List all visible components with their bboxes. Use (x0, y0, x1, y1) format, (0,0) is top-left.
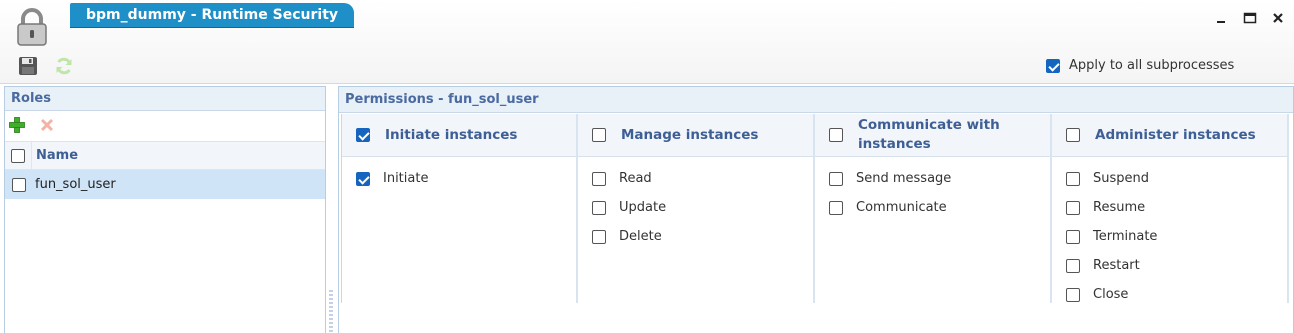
roles-title: Roles (5, 87, 325, 111)
permission-checkbox[interactable] (1066, 287, 1080, 302)
permission-label: Resume (1093, 200, 1146, 215)
column-header-checkbox[interactable] (829, 128, 843, 142)
permission-item[interactable]: Restart (1052, 251, 1287, 280)
lock-icon (17, 8, 47, 46)
permission-label: Send message (856, 171, 952, 186)
permission-column: Administer instances Suspend Resume Termina… (1052, 114, 1289, 303)
permission-label: Terminate (1093, 229, 1158, 244)
delete-icon[interactable] (40, 118, 54, 132)
permission-item[interactable]: Communicate (815, 193, 1050, 222)
permissions-grid: Initiate instances Initiate Manage instanc… (341, 114, 1289, 303)
minimize-icon[interactable] (1213, 10, 1229, 26)
permission-label: Close (1093, 287, 1129, 302)
roles-column-name: Name (36, 148, 79, 163)
permission-checkbox[interactable] (829, 200, 843, 215)
permission-checkbox[interactable] (1066, 171, 1080, 186)
permission-label: Communicate (856, 200, 947, 215)
apply-all-checkbox[interactable] (1046, 58, 1060, 73)
permission-checkbox[interactable] (592, 171, 606, 186)
column-header-label: Initiate instances (385, 126, 518, 143)
permission-column-header[interactable]: Initiate instances (342, 114, 576, 157)
permission-checkbox[interactable] (1066, 258, 1080, 273)
permission-checkbox[interactable] (592, 200, 606, 215)
permission-item[interactable]: Delete (578, 222, 813, 251)
permission-column-header[interactable]: Manage instances (578, 114, 813, 157)
permission-column: Initiate instances Initiate (342, 114, 578, 303)
permission-checkbox[interactable] (829, 171, 843, 186)
permission-item[interactable]: Suspend (1052, 164, 1287, 193)
add-icon[interactable] (9, 117, 25, 133)
permission-label: Update (619, 200, 667, 215)
window-title: bpm_dummy - Runtime Security (70, 3, 355, 27)
permission-item[interactable]: Resume (1052, 193, 1287, 222)
permission-label: Delete (619, 229, 662, 244)
permission-item[interactable]: Close (1052, 280, 1287, 309)
permission-item[interactable]: Read (578, 164, 813, 193)
column-header-checkbox[interactable] (356, 128, 370, 142)
table-row[interactable]: fun_sol_user (5, 170, 325, 199)
permissions-panel: Permissions - fun_sol_user Initiate inst… (338, 86, 1294, 333)
roles-grid-header: Name (5, 141, 325, 170)
roles-panel: Roles Name fun_sol_user (4, 86, 326, 333)
save-icon[interactable] (18, 56, 38, 76)
role-name: fun_sol_user (35, 177, 116, 192)
apply-all-label: Apply to all subprocesses (1069, 58, 1235, 73)
permission-column: Manage instances Read Update Delete (578, 114, 815, 303)
select-all-roles-checkbox[interactable] (11, 148, 25, 163)
permission-item[interactable]: Send message (815, 164, 1050, 193)
permission-checkbox[interactable] (356, 171, 370, 186)
permission-label: Read (619, 171, 652, 186)
permission-item[interactable]: Update (578, 193, 813, 222)
column-header-label: Administer instances (1095, 126, 1256, 143)
permission-checkbox[interactable] (592, 229, 606, 244)
permission-column-header[interactable]: Administer instances (1052, 114, 1287, 157)
role-row-checkbox[interactable] (11, 177, 26, 192)
permission-column: Communicate with instances Send message Co… (815, 114, 1052, 303)
permission-checkbox[interactable] (1066, 200, 1080, 215)
apply-all-subprocesses[interactable]: Apply to all subprocesses (1046, 58, 1234, 73)
refresh-icon[interactable] (54, 56, 74, 76)
window-titlebar: bpm_dummy - Runtime Security Apply to al… (0, 0, 1294, 84)
panel-splitter[interactable] (329, 290, 333, 333)
column-header-checkbox[interactable] (1066, 128, 1080, 142)
permission-item[interactable]: Terminate (1052, 222, 1287, 251)
permission-label: Initiate (383, 171, 429, 186)
permission-column-header[interactable]: Communicate with instances (815, 114, 1050, 157)
permission-checkbox[interactable] (1066, 229, 1080, 244)
close-icon[interactable] (1270, 10, 1286, 26)
permission-label: Suspend (1093, 171, 1150, 186)
column-header-checkbox[interactable] (592, 128, 606, 142)
permission-label: Restart (1093, 258, 1140, 273)
roles-toolbar (5, 111, 325, 141)
maximize-icon[interactable] (1242, 10, 1258, 26)
column-header-label: Communicate with instances (858, 117, 1000, 152)
column-header-label: Manage instances (621, 126, 759, 143)
permission-item[interactable]: Initiate (342, 164, 576, 193)
permissions-title: Permissions - fun_sol_user (339, 87, 1293, 113)
